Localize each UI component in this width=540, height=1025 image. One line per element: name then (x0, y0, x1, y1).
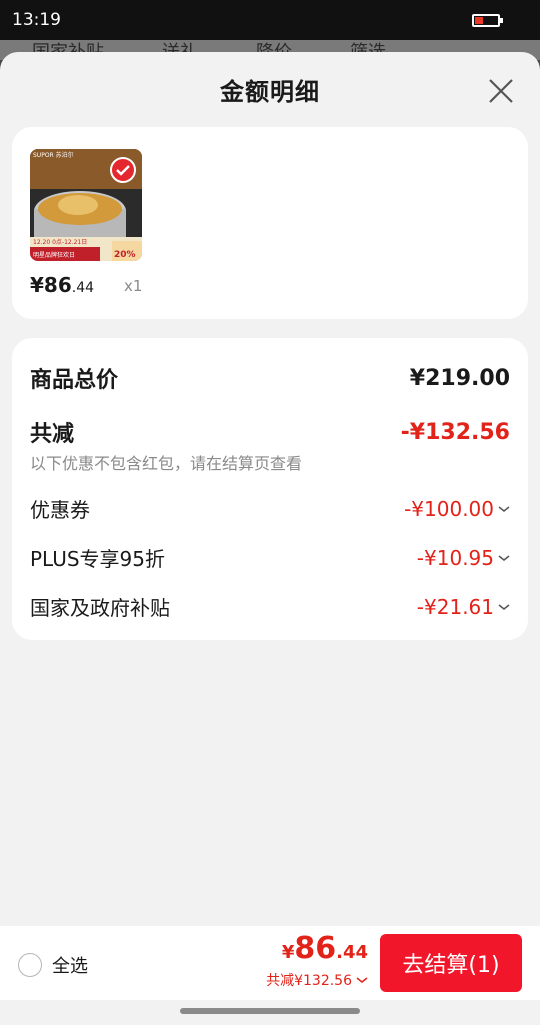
thumb-brand: SUPOR 苏泊尔 (33, 151, 74, 159)
price-detail-card: 商品总价 ¥219.00 共减 -¥132.56 以下优惠不包含红包，请在结算页… (12, 338, 528, 640)
discount-hint: 以下优惠不包含红包，请在结算页查看 (30, 454, 303, 473)
status-time: 13:19 (12, 10, 61, 30)
total-price-value: ¥219.00 (409, 365, 510, 391)
total-discount-value: -¥132.56 (400, 419, 510, 445)
product-card: SUPOR 苏泊尔 12.20 0点-12.21日 明星品牌狂欢日 20% ¥8… (12, 127, 528, 319)
status-bar: 13:19 (0, 0, 540, 40)
chevron-down-icon (498, 505, 510, 512)
select-all-toggle[interactable]: 全选 (18, 952, 88, 978)
product-thumbnail[interactable]: SUPOR 苏泊尔 12.20 0点-12.21日 明星品牌狂欢日 20% (30, 149, 142, 261)
subsidy-row[interactable]: 国家及政府补贴 -¥21.61 (30, 592, 510, 621)
total-price-row: 商品总价 ¥219.00 (30, 362, 510, 394)
thumb-promo-text: 明星品牌狂欢日 (33, 251, 75, 259)
total-price-label: 商品总价 (30, 368, 119, 393)
sheet-title: 金额明细 (220, 78, 320, 106)
coupon-label: 优惠券 (30, 498, 90, 522)
total-discount-row: 共减 -¥132.56 (30, 416, 510, 448)
amount-detail-sheet: 金额明细 SUPOR 苏泊尔 12.20 0点-12.21日 明星品牌狂欢日 2… (0, 52, 540, 1025)
checkout-bar: 全选 ¥86.44 共减¥132.56 去结算(1) (0, 926, 540, 1000)
coupon-row[interactable]: 优惠券 -¥100.00 (30, 494, 510, 523)
close-button[interactable] (486, 76, 516, 106)
thumb-discount: 20% (114, 250, 136, 260)
select-all-radio[interactable] (18, 953, 42, 977)
product-price: ¥86.44 (30, 273, 95, 297)
thumb-promo-date: 12.20 0点-12.21日 (33, 238, 87, 246)
selected-check-icon[interactable] (110, 157, 136, 183)
chevron-down-icon (356, 977, 368, 983)
subsidy-label: 国家及政府补贴 (30, 596, 170, 620)
total-block: ¥86.44 共减¥132.56 (266, 932, 368, 990)
plus-discount-row[interactable]: PLUS专享95折 -¥10.95 (30, 543, 510, 572)
product-quantity: x1 (124, 277, 143, 295)
chevron-down-icon (498, 554, 510, 561)
select-all-label: 全选 (52, 956, 88, 977)
battery-icon (472, 13, 503, 27)
checkout-button[interactable]: 去结算(1) (380, 934, 522, 992)
plus-discount-value: -¥10.95 (417, 546, 510, 570)
chevron-down-icon (498, 603, 510, 610)
subsidy-value: -¥21.61 (417, 595, 510, 619)
coupon-value: -¥100.00 (404, 497, 510, 521)
home-indicator (180, 1008, 360, 1014)
plus-discount-label: PLUS专享95折 (30, 547, 165, 571)
total-discount-label: 共减 (30, 422, 75, 447)
saved-amount[interactable]: 共减¥132.56 (266, 970, 368, 990)
total-price: ¥86.44 (281, 931, 368, 966)
close-icon (489, 79, 513, 103)
